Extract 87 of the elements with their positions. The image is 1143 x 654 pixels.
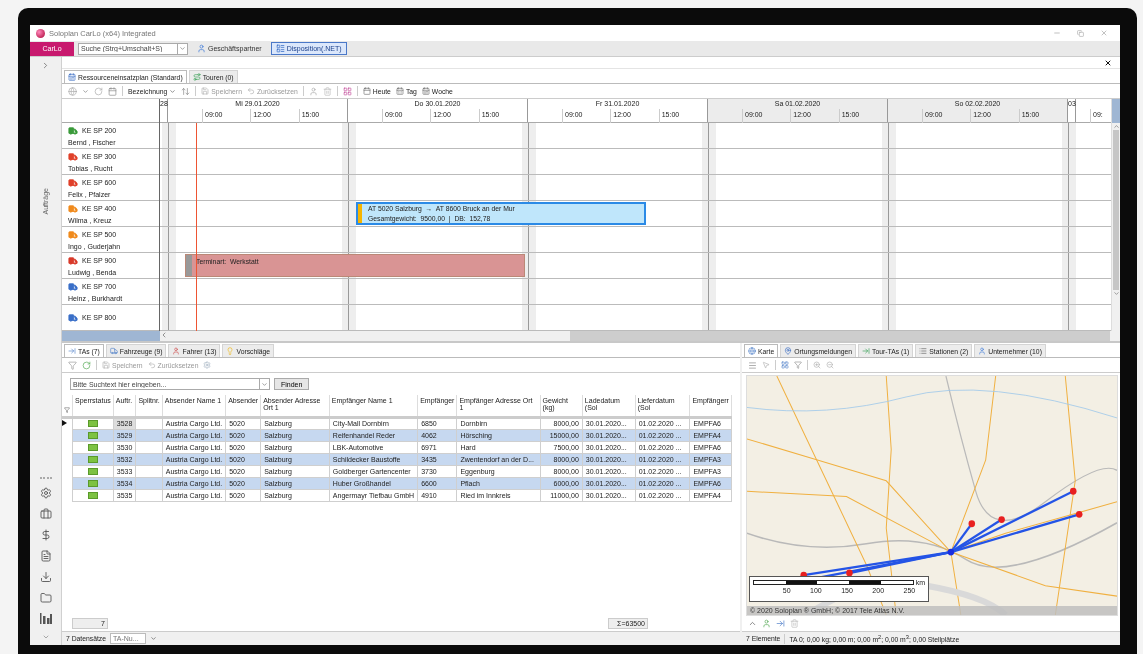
person-icon: [978, 347, 987, 355]
truck-icon: [68, 177, 78, 188]
horizontal-scrollbar[interactable]: [62, 331, 1120, 341]
filter-icon: [794, 361, 802, 369]
selection-icon: [781, 361, 789, 369]
close-icon: [1100, 29, 1108, 37]
filter-icon: [64, 406, 70, 413]
minimize-icon: [1053, 29, 1061, 37]
settings-icon: [203, 361, 212, 369]
form-button[interactable]: [39, 550, 52, 562]
truck-icon: [109, 347, 118, 355]
truck-icon: [68, 312, 78, 323]
truck-icon: [68, 229, 78, 240]
calendar-icon: [395, 87, 404, 95]
restore-icon: [1077, 29, 1084, 37]
chevron-right-icon: [41, 61, 50, 70]
plan-icon: [68, 73, 76, 81]
menu-icon: [748, 360, 757, 370]
list-icon: [919, 347, 928, 355]
dropdown-caret-icon: [150, 635, 158, 642]
dollar-icon: [39, 529, 52, 541]
caret-icon: [179, 45, 186, 52]
folder-icon: [39, 592, 52, 604]
person-icon: [762, 619, 771, 628]
trash-icon: [322, 86, 332, 96]
dropdown-button[interactable]: [260, 378, 270, 390]
scrollbar-thumb[interactable]: [570, 331, 1110, 341]
settings-icon: [39, 487, 52, 499]
briefcase-button[interactable]: [39, 508, 52, 520]
scrollbar-corner: [1111, 99, 1120, 123]
truck-icon: [68, 125, 78, 136]
grid-icon: [342, 86, 352, 96]
person-icon: [197, 44, 206, 53]
save-icon: [201, 87, 210, 95]
calendar-icon: [108, 86, 117, 96]
dollar-button[interactable]: [39, 529, 52, 541]
dropdown-button[interactable]: [178, 42, 188, 55]
more-button[interactable]: [41, 633, 50, 641]
caret-icon: [169, 87, 177, 95]
zoom-in-icon: [813, 361, 821, 369]
chart-button[interactable]: [39, 613, 52, 624]
globe-icon: [748, 347, 756, 355]
folder-button[interactable]: [39, 592, 52, 604]
pointer-icon: [762, 361, 770, 369]
truck-icon: [68, 203, 78, 214]
expand-button[interactable]: [41, 61, 50, 70]
globe-icon: [68, 86, 77, 96]
truck-icon: [68, 281, 78, 292]
caret-icon: [261, 380, 268, 388]
trash-icon: [790, 619, 799, 628]
scroll-up-icon: [1112, 123, 1120, 130]
save-icon: [102, 361, 110, 369]
undo-icon: [246, 87, 255, 95]
arrow-icon: [68, 347, 76, 355]
close-icon: [1104, 58, 1112, 67]
calendar-icon: [362, 87, 371, 95]
person-icon: [308, 86, 318, 96]
refresh-icon: [82, 360, 91, 370]
filter-icon: [68, 360, 77, 370]
lightbulb-icon: [226, 347, 235, 355]
caret-icon: [82, 87, 89, 95]
arrow-icon: [862, 347, 871, 355]
arrow-icon: [776, 619, 785, 628]
truck-icon: [68, 151, 78, 162]
form-icon: [39, 550, 52, 562]
chevron-down-icon: [41, 633, 50, 641]
calendar-icon: [421, 87, 430, 95]
download-button[interactable]: [39, 571, 52, 583]
settings-button[interactable]: [39, 487, 52, 499]
bar-chart-icon: [39, 613, 52, 624]
scroll-left-icon: [160, 331, 168, 339]
download-icon: [39, 571, 52, 583]
zoom-out-icon: [826, 361, 834, 369]
app-logo-icon: [36, 28, 45, 38]
route-icon: [192, 73, 201, 81]
scrollbar-thumb[interactable]: [1113, 130, 1119, 290]
truck-icon: [68, 255, 78, 266]
undo-icon: [147, 361, 156, 369]
refresh-icon: [94, 86, 103, 96]
plan-icon: [275, 44, 285, 53]
scroll-down-icon: [1112, 290, 1120, 297]
briefcase-icon: [39, 508, 52, 520]
sort-icon: [181, 86, 191, 96]
pin-icon: [784, 347, 793, 355]
vertical-scrollbar[interactable]: [1111, 99, 1120, 331]
chevron-up-icon: [748, 619, 757, 628]
person-icon: [172, 347, 181, 355]
